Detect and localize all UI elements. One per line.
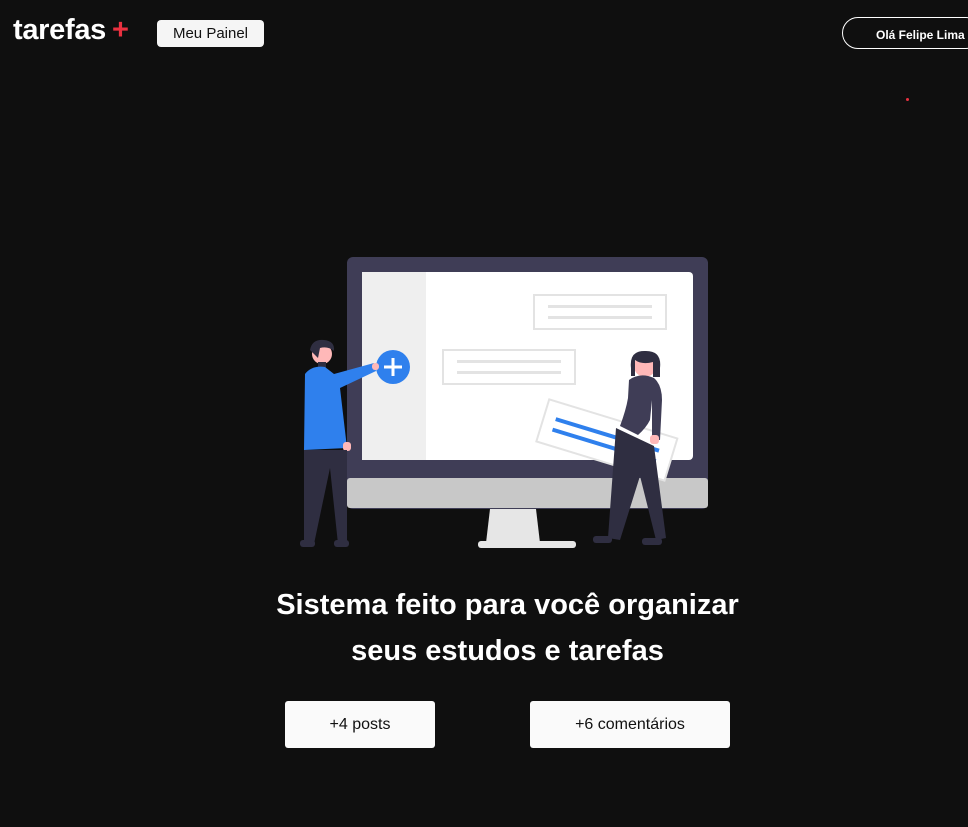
header: tarefas + Meu Painel Olá Felipe Lima xyxy=(0,0,968,70)
meu-painel-button[interactable]: Meu Painel xyxy=(157,20,264,47)
screen-card-top xyxy=(533,294,667,330)
logo-plus-icon: + xyxy=(112,14,129,46)
user-greeting-button[interactable]: Olá Felipe Lima xyxy=(842,17,968,49)
monitor-stand xyxy=(486,509,540,543)
monitor-base xyxy=(478,541,576,548)
hero-title-line2: seus estudos e tarefas xyxy=(351,635,664,667)
screen-card-middle xyxy=(442,349,576,385)
logo-text: tarefas xyxy=(13,14,107,46)
comments-count-badge: +6 comentários xyxy=(530,701,730,748)
logo[interactable]: tarefas + xyxy=(13,14,129,47)
posts-count-badge: +4 posts xyxy=(285,701,435,748)
decorative-dot xyxy=(906,98,909,101)
hero-title: Sistema feito para você organizar seus e… xyxy=(0,582,968,674)
hero-title-line1: Sistema feito para você organizar xyxy=(276,589,739,621)
task-board-illustration xyxy=(300,257,708,548)
